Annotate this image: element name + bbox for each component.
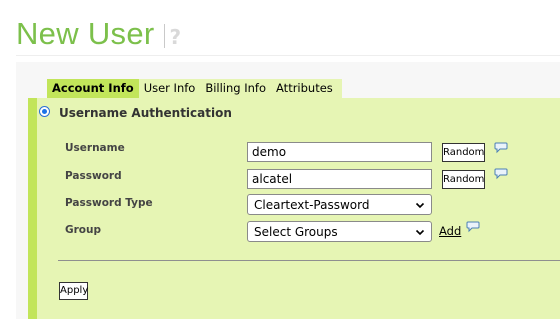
username-input[interactable] bbox=[247, 142, 432, 162]
group-value: Select Groups bbox=[254, 224, 338, 239]
tab-attributes[interactable]: Attributes bbox=[271, 79, 338, 98]
apply-button[interactable]: Apply bbox=[59, 282, 88, 300]
chevron-down-icon bbox=[415, 202, 425, 209]
tab-account-info[interactable]: Account Info bbox=[47, 79, 139, 98]
tab-user-info[interactable]: User Info bbox=[139, 79, 201, 98]
password-type-label: Password Type bbox=[65, 197, 153, 209]
speech-bubble-icon[interactable] bbox=[466, 221, 480, 233]
speech-bubble-icon[interactable] bbox=[494, 142, 508, 154]
password-label: Password bbox=[65, 170, 122, 182]
password-type-select[interactable]: Cleartext-Password bbox=[247, 194, 432, 215]
tab-billing-info[interactable]: Billing Info bbox=[200, 79, 271, 98]
title-divider bbox=[164, 24, 166, 48]
page-header: New User ? bbox=[16, 14, 181, 54]
password-type-value: Cleartext-Password bbox=[254, 197, 370, 212]
help-icon[interactable]: ? bbox=[169, 25, 181, 49]
group-select[interactable]: Select Groups bbox=[247, 221, 432, 242]
page-title: New User bbox=[16, 16, 155, 51]
header-rule bbox=[16, 55, 560, 56]
username-random-button[interactable]: Random bbox=[442, 143, 485, 162]
tab-bar: Account Info User Info Billing Info Attr… bbox=[47, 79, 342, 98]
chevron-down-icon bbox=[415, 229, 425, 236]
password-random-button[interactable]: Random bbox=[442, 170, 485, 189]
group-label: Group bbox=[65, 224, 102, 236]
section-title: Username Authentication bbox=[59, 106, 232, 120]
form-divider bbox=[58, 260, 560, 261]
username-label: Username bbox=[65, 142, 125, 154]
add-group-link[interactable]: Add bbox=[439, 224, 461, 238]
username-auth-radio[interactable] bbox=[39, 106, 50, 117]
password-input[interactable] bbox=[247, 169, 432, 189]
speech-bubble-icon[interactable] bbox=[494, 168, 508, 180]
